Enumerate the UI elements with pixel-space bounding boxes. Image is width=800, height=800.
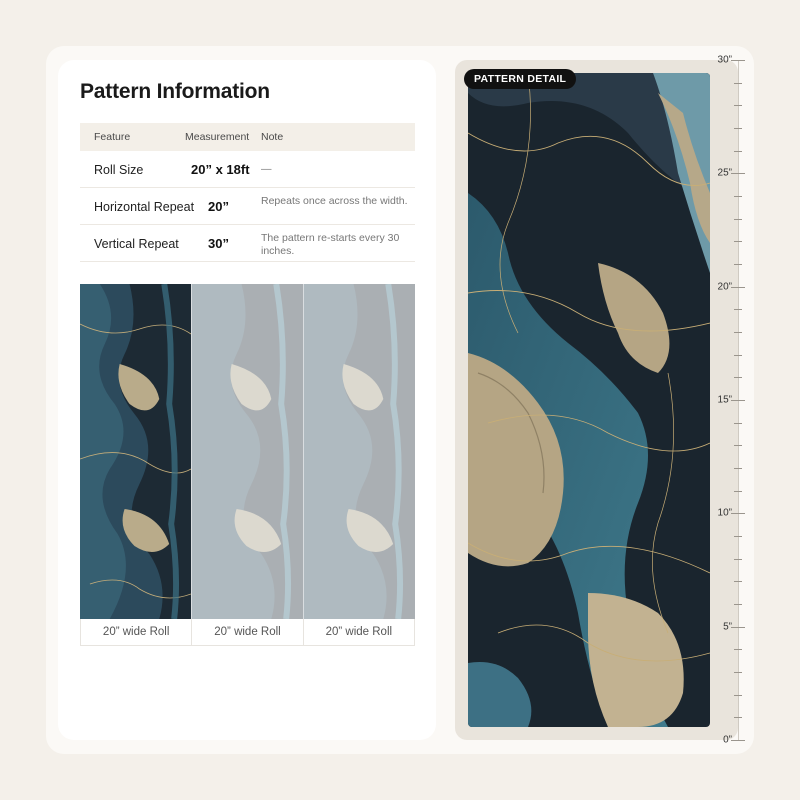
ruler-major-tick — [731, 60, 745, 61]
ruler-minor-tick — [734, 128, 742, 129]
ruler-minor-tick — [734, 196, 742, 197]
ruler-minor-tick — [734, 694, 742, 696]
header-note: Note — [261, 131, 284, 143]
table-row: Vertical Repeat 30” The pattern re-start… — [80, 225, 415, 262]
table-header: Feature Measurement Note — [80, 123, 415, 151]
roll-label-1: 20” wide Roll — [102, 626, 170, 638]
ruler-label: 5” — [723, 621, 732, 633]
roll-label-3: 20” wide Roll — [302, 619, 414, 645]
ruler-minor-tick — [734, 354, 742, 356]
header-feature: Feature — [94, 131, 131, 143]
ruler-minor-tick — [734, 581, 742, 583]
ruler-minor-tick — [734, 264, 742, 265]
header-measurement: Measurement — [185, 131, 250, 143]
ruler-label: 0” — [723, 734, 732, 746]
ruler-major-tick — [731, 513, 745, 515]
ruler-major-tick — [731, 286, 745, 288]
ruler-major-tick — [731, 173, 745, 175]
pattern-detail-badge: PATTERN DETAIL — [464, 69, 577, 89]
row-feature: Horizontal Repeat — [94, 200, 195, 214]
height-ruler: 30” 25” 20” 15” 10” 5” 0” — [710, 55, 756, 746]
table-row: Horizontal Repeat 20” Repeats once acros… — [80, 188, 415, 225]
row-feature: Roll Size — [94, 163, 144, 177]
ruler-minor-tick — [734, 445, 742, 447]
ruler-minor-tick — [734, 332, 742, 333]
pattern-table: Feature Measurement Note Roll Size 20” x… — [80, 123, 415, 262]
ruler-minor-tick — [734, 468, 742, 469]
ruler-minor-tick — [734, 82, 742, 84]
ruler-label: 15” — [717, 394, 732, 406]
ruler-minor-tick — [734, 218, 742, 220]
roll-panel-2 — [191, 284, 303, 619]
roll-panel-3 — [303, 284, 415, 619]
ruler-minor-tick — [734, 422, 742, 424]
ruler-minor-tick — [734, 536, 742, 537]
ruler-minor-tick — [734, 558, 742, 560]
ruler-minor-tick — [734, 241, 742, 243]
ruler-label: 10” — [717, 507, 732, 519]
ruler-minor-tick — [734, 717, 742, 719]
row-measurement: 20” x 18ft — [191, 162, 250, 177]
ruler-minor-tick — [734, 377, 742, 379]
roll-label-2: 20” wide Roll — [191, 619, 302, 645]
ruler-label: 30” — [717, 54, 732, 66]
ruler-minor-tick — [734, 604, 742, 605]
table-row: Roll Size 20” x 18ft — — [80, 151, 415, 188]
ruler-major-tick — [731, 740, 745, 741]
row-measurement: 20” — [208, 199, 229, 214]
row-measurement: 30” — [208, 236, 229, 251]
ruler-minor-tick — [734, 490, 742, 492]
row-note: — — [261, 163, 272, 175]
ruler-major-tick — [731, 400, 745, 401]
row-feature: Vertical Repeat — [94, 237, 179, 251]
ruler-minor-tick — [734, 672, 742, 673]
ruler-minor-tick — [734, 649, 742, 651]
ruler-minor-tick — [734, 309, 742, 311]
page-title: Pattern Information — [80, 80, 270, 103]
ruler-minor-tick — [734, 105, 742, 107]
roll-labels: 20” wide Roll 20” wide Roll 20” wide Rol… — [80, 619, 415, 646]
ruler-minor-tick — [734, 150, 742, 152]
pattern-detail-image — [468, 73, 710, 727]
ruler-major-tick — [731, 626, 745, 628]
row-note: The pattern re-starts every 30 inches. — [261, 232, 400, 257]
roll-panel-1 — [80, 284, 191, 619]
row-note: Repeats once across the width. — [261, 195, 408, 207]
ruler-label: 20” — [717, 281, 732, 293]
ruler-label: 25” — [717, 167, 732, 179]
roll-preview — [80, 284, 415, 619]
